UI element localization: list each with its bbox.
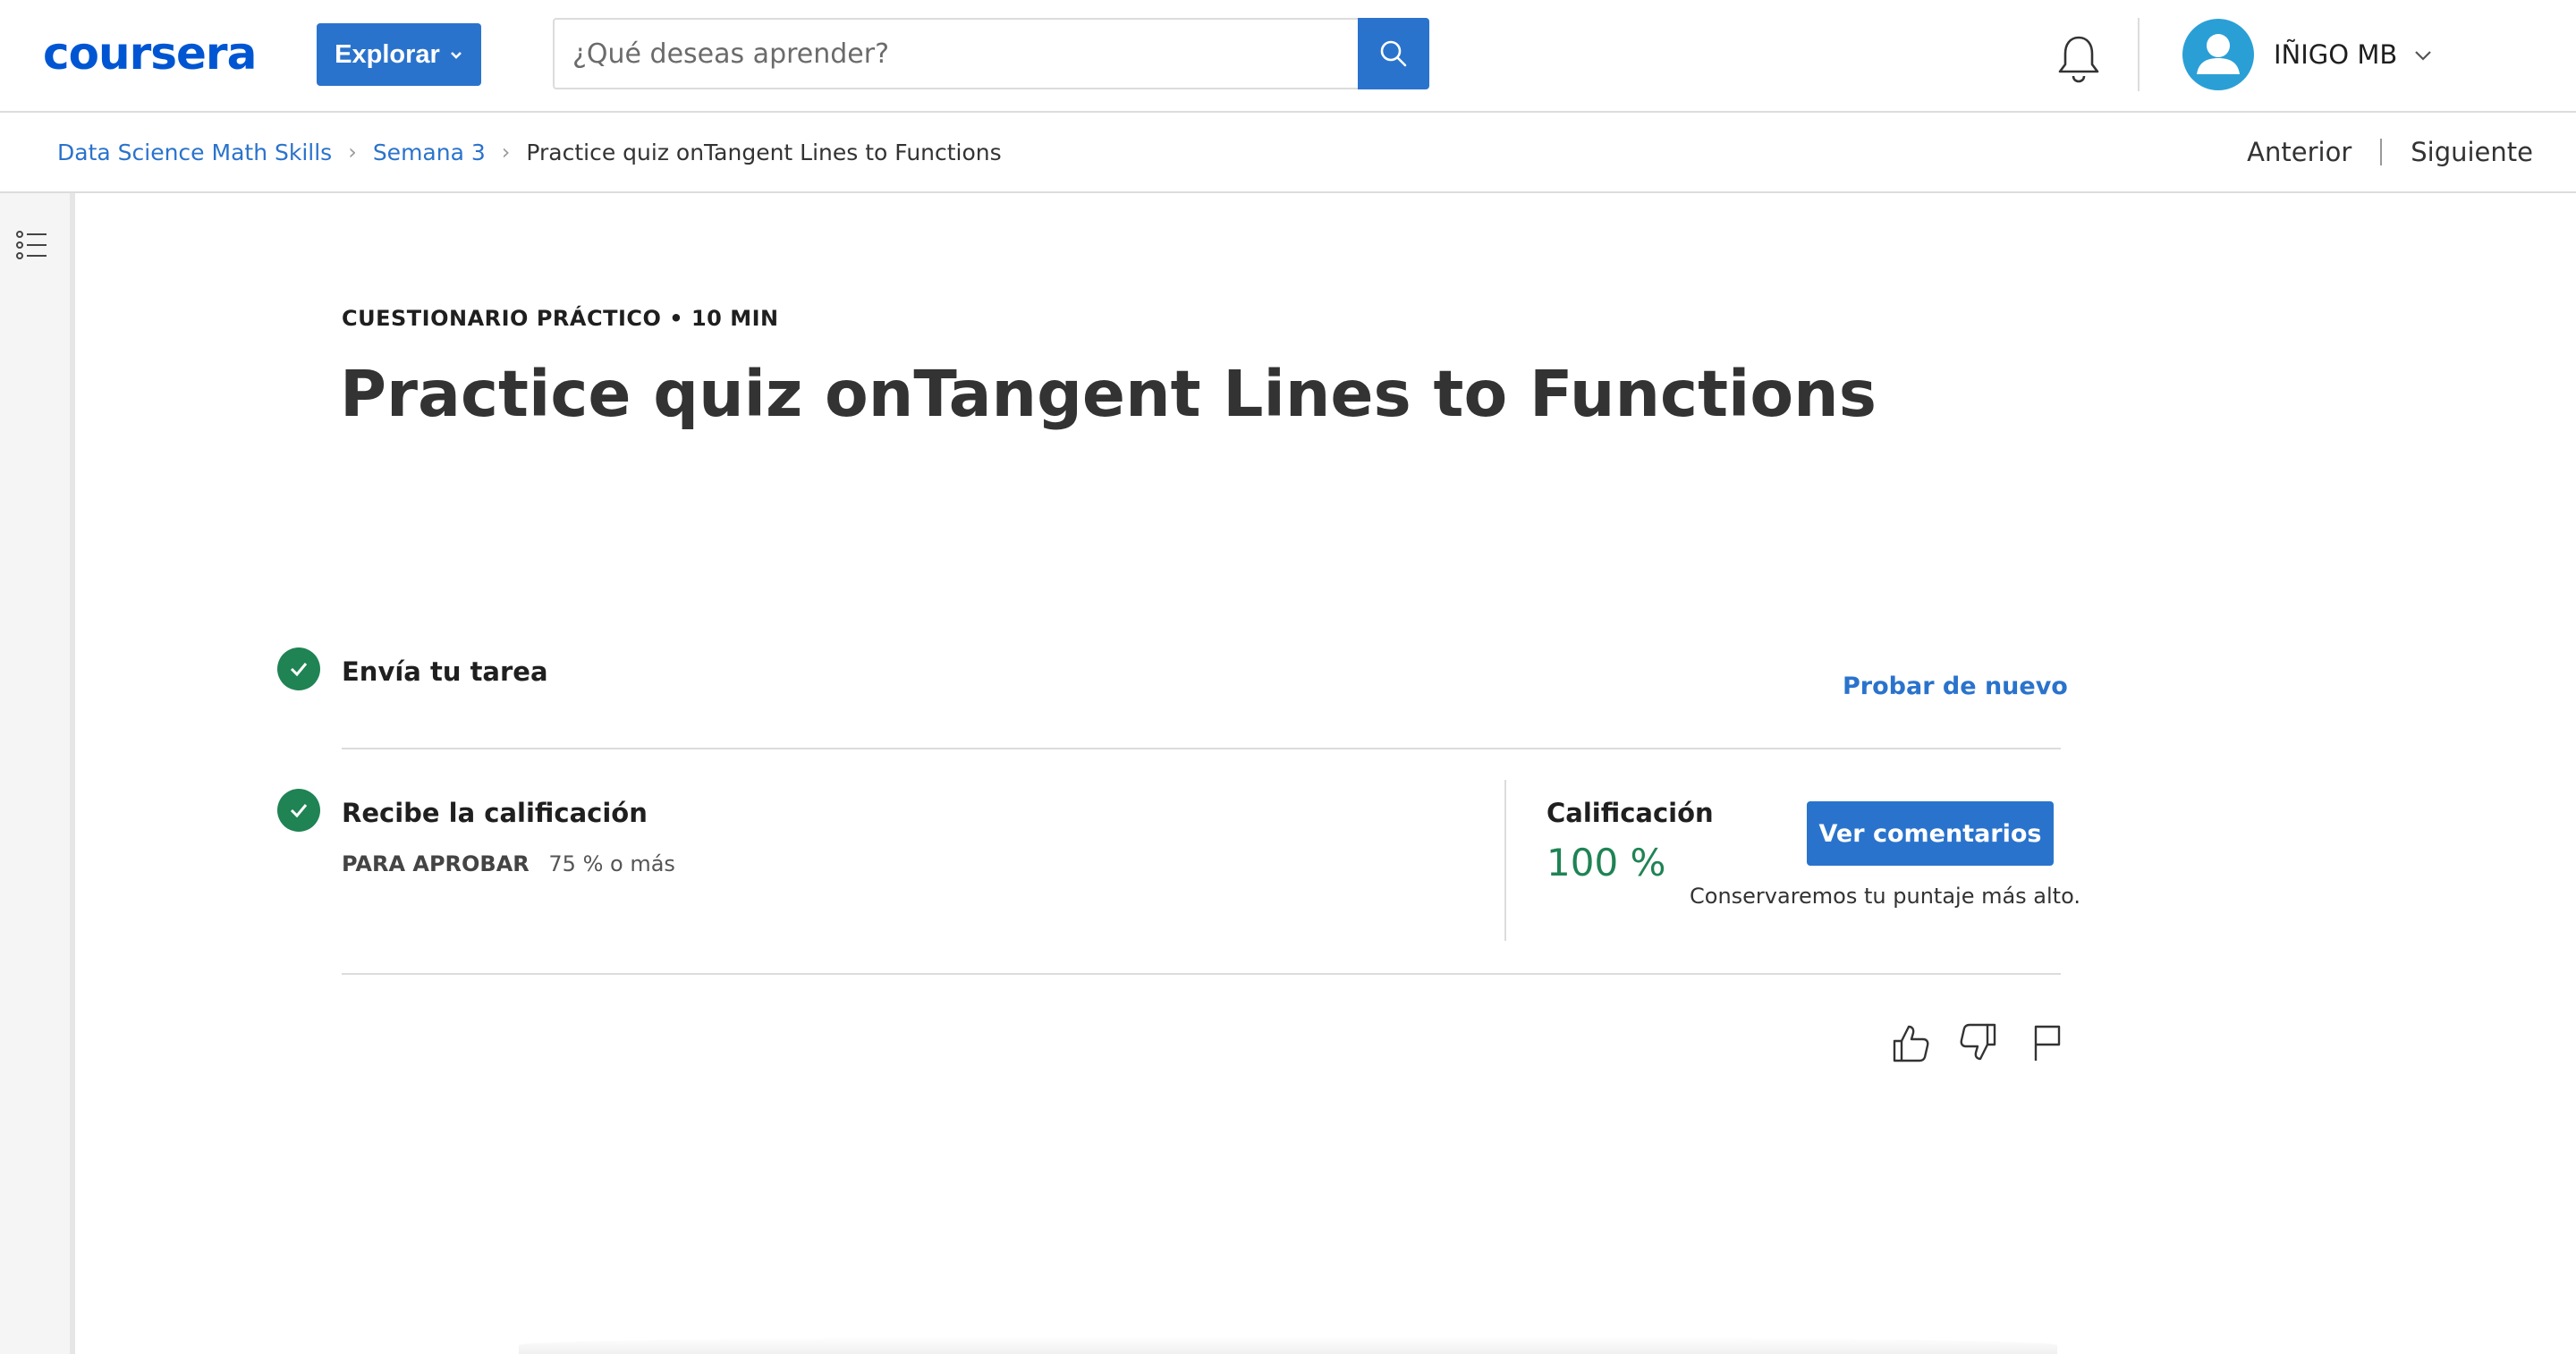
divider [342, 748, 2061, 749]
check-circle-icon [277, 647, 320, 690]
passing-caption: PARA APROBAR [342, 851, 530, 876]
chevron-right-icon: › [348, 140, 357, 165]
submit-step-label: Envía tu tarea [342, 656, 548, 687]
highest-score-note: Conservaremos tu puntaje más alto. [1690, 884, 2080, 909]
thumbs-down-icon[interactable] [1957, 1020, 2000, 1066]
prev-next-nav: Anterior Siguiente [2247, 113, 2533, 191]
view-feedback-button[interactable]: Ver comentarios [1807, 801, 2054, 866]
list-menu-icon[interactable] [13, 225, 52, 265]
breadcrumb-course[interactable]: Data Science Math Skills [57, 140, 332, 165]
search-button[interactable] [1358, 18, 1429, 89]
chevron-down-icon [450, 52, 462, 59]
avatar [2182, 19, 2254, 90]
top-header: coursera Explorar IÑIGO MB [0, 0, 2576, 113]
next-link[interactable]: Siguiente [2411, 137, 2533, 167]
coursera-logo[interactable]: coursera [43, 27, 257, 80]
grade-step-label: Recibe la calificación [342, 798, 648, 828]
next-section-edge [519, 1336, 2057, 1354]
search-bar [553, 18, 1429, 89]
vertical-divider [1504, 780, 1506, 941]
breadcrumb-current: Practice quiz onTangent Lines to Functio… [526, 139, 1002, 165]
chevron-down-icon [2415, 51, 2432, 61]
thumbs-up-icon[interactable] [1889, 1020, 1932, 1066]
breadcrumb-bar: Data Science Math Skills › Semana 3 › Pr… [0, 113, 2576, 193]
check-circle-icon [277, 789, 320, 832]
passing-value: 75 % o más [548, 851, 675, 876]
flag-icon[interactable] [2025, 1020, 2068, 1066]
grade-label: Calificación [1546, 798, 1714, 828]
try-again-link[interactable]: Probar de nuevo [1843, 673, 2068, 700]
page-title: Practice quiz onTangent Lines to Functio… [340, 357, 1877, 431]
course-sidebar [0, 193, 75, 1354]
user-avatar-icon [2197, 34, 2240, 74]
feedback-actions [1889, 1020, 2068, 1066]
grade-value: 100 % [1546, 841, 1666, 884]
nav-divider [2380, 139, 2383, 165]
chevron-right-icon: › [501, 140, 511, 165]
previous-link[interactable]: Anterior [2247, 137, 2351, 167]
passing-requirement: PARA APROBAR 75 % o más [342, 851, 675, 876]
divider [342, 973, 2061, 975]
explore-button[interactable]: Explorar [317, 23, 481, 86]
breadcrumb-week[interactable]: Semana 3 [373, 140, 486, 165]
bell-icon[interactable] [2054, 32, 2104, 86]
user-menu[interactable]: IÑIGO MB [2182, 18, 2433, 91]
breadcrumb: Data Science Math Skills › Semana 3 › Pr… [57, 113, 1002, 191]
search-input[interactable] [553, 18, 1376, 89]
header-divider [2138, 18, 2140, 91]
user-name: IÑIGO MB [2274, 39, 2398, 70]
search-icon [1380, 40, 1407, 67]
item-type-label: CUESTIONARIO PRÁCTICO • 10 MIN [342, 306, 779, 331]
explore-label: Explorar [335, 39, 440, 69]
